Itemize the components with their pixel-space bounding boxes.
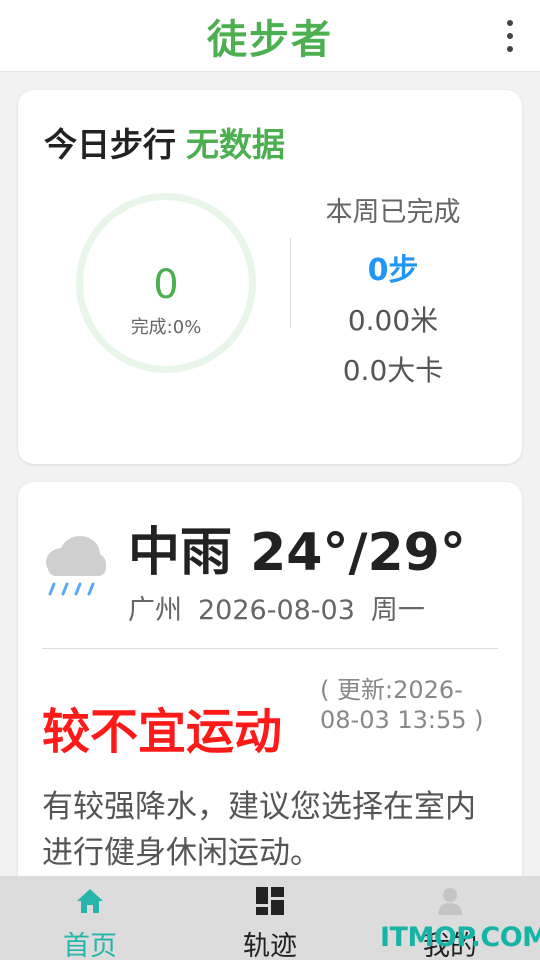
steps-progress-ring: 0 完成:0% <box>76 193 256 373</box>
week-steps: 0步 <box>367 253 419 288</box>
today-completion: 完成:0% <box>130 317 202 338</box>
more-dot <box>507 20 513 26</box>
weather-condition-temp: 中雨 24°/29° <box>128 523 466 583</box>
more-options-icon[interactable] <box>502 20 518 52</box>
app-header: 徒步者 <box>0 0 540 72</box>
weather-location-date: 广州 2026-08-03 周一 <box>128 588 441 627</box>
vertical-divider <box>290 238 291 328</box>
week-distance: 0.00米 <box>347 304 439 337</box>
rain-cloud-icon <box>46 536 106 596</box>
today-steps-heading: 今日步行 无数据 <box>44 118 285 166</box>
nav-item-track[interactable]: 轨迹 <box>180 876 360 960</box>
weather-card: 中雨 24°/29° 广州 2026-08-03 周一 较不宜运动 ( 更新:202… <box>18 482 522 902</box>
week-label: 本周已完成 <box>325 197 461 228</box>
home-icon <box>77 889 103 913</box>
today-steps-value: 0 <box>153 262 179 308</box>
exercise-advice: 较不宜运动 <box>42 704 283 760</box>
watermark: ITMOP.COM <box>380 922 540 953</box>
update-time: ( 更新:2026-08-03 13:55 ) <box>320 676 484 734</box>
nav-home-label: 首页 <box>63 931 117 960</box>
week-calories: 0.0大卡 <box>342 354 444 387</box>
app-root: 徒步者 今日步行 无数据 0 完成:0% 本周已完成 0步 0.00米 0.0大卡 <box>0 0 540 960</box>
today-steps-status: 无数据 <box>186 125 285 164</box>
weather-city: 广州 <box>128 595 182 626</box>
nav-track-label: 轨迹 <box>243 931 297 960</box>
more-dot <box>507 33 513 39</box>
horizontal-divider <box>42 648 498 649</box>
today-steps-card: 今日步行 无数据 0 完成:0% 本周已完成 0步 0.00米 0.0大卡 <box>18 90 522 464</box>
more-dot <box>507 46 513 52</box>
app-title: 徒步者 <box>207 16 333 63</box>
nav-item-home[interactable]: 首页 <box>0 876 180 960</box>
weather-date: 2026-08-03 <box>198 595 355 626</box>
person-icon <box>438 888 462 915</box>
grid-icon <box>256 887 284 915</box>
today-steps-title: 今日步行 <box>44 125 176 164</box>
weather-weekday: 周一 <box>370 595 425 626</box>
week-summary: 本周已完成 0步 0.00米 0.0大卡 <box>300 190 486 389</box>
exercise-description: 有较强降水，建议您选择在室内进行健身休闲运动。 <box>42 789 476 871</box>
